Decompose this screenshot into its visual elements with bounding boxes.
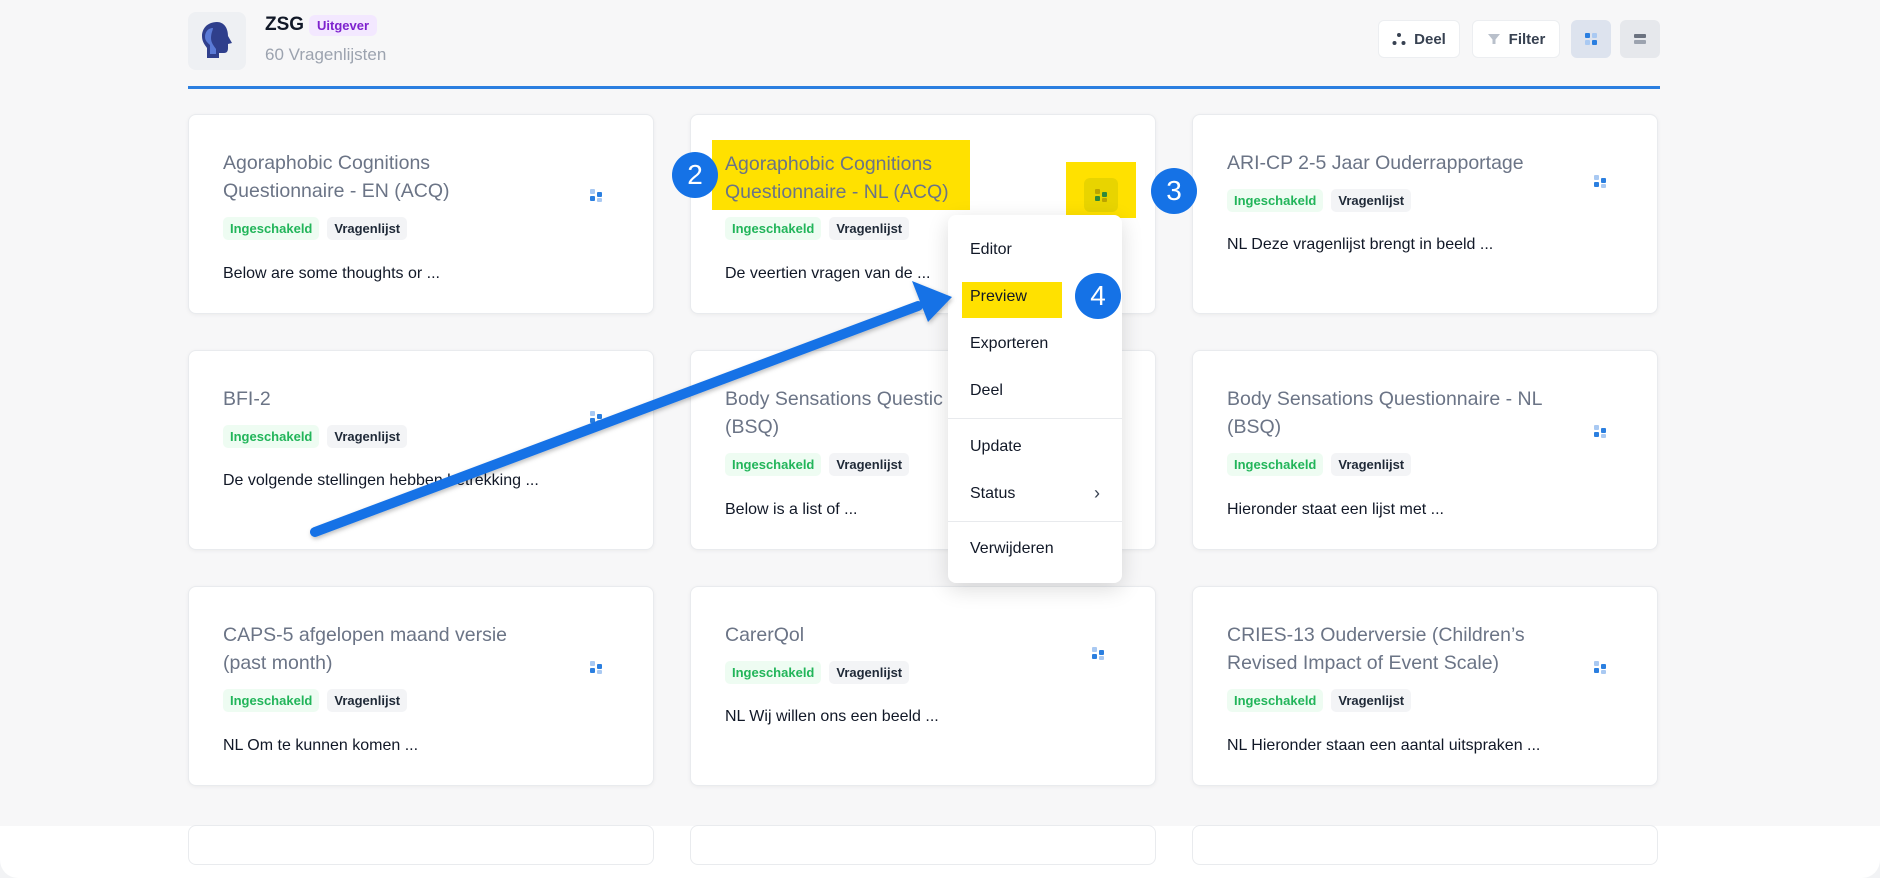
annotation-arrow <box>310 281 952 537</box>
step-marker-2: 2 <box>672 152 718 198</box>
questionnaire-card-partial[interactable] <box>188 825 654 865</box>
step-marker-4: 4 <box>1075 273 1121 319</box>
step-marker-3: 3 <box>1151 168 1197 214</box>
app-window: ZSG Uitgever 60 Vragenlijsten Deel Filte… <box>0 0 1880 878</box>
content-area: ZSG Uitgever 60 Vragenlijsten Deel Filte… <box>0 0 1880 865</box>
questionnaire-card-partial[interactable] <box>690 825 1156 865</box>
questionnaire-card-partial[interactable] <box>1192 825 1658 865</box>
